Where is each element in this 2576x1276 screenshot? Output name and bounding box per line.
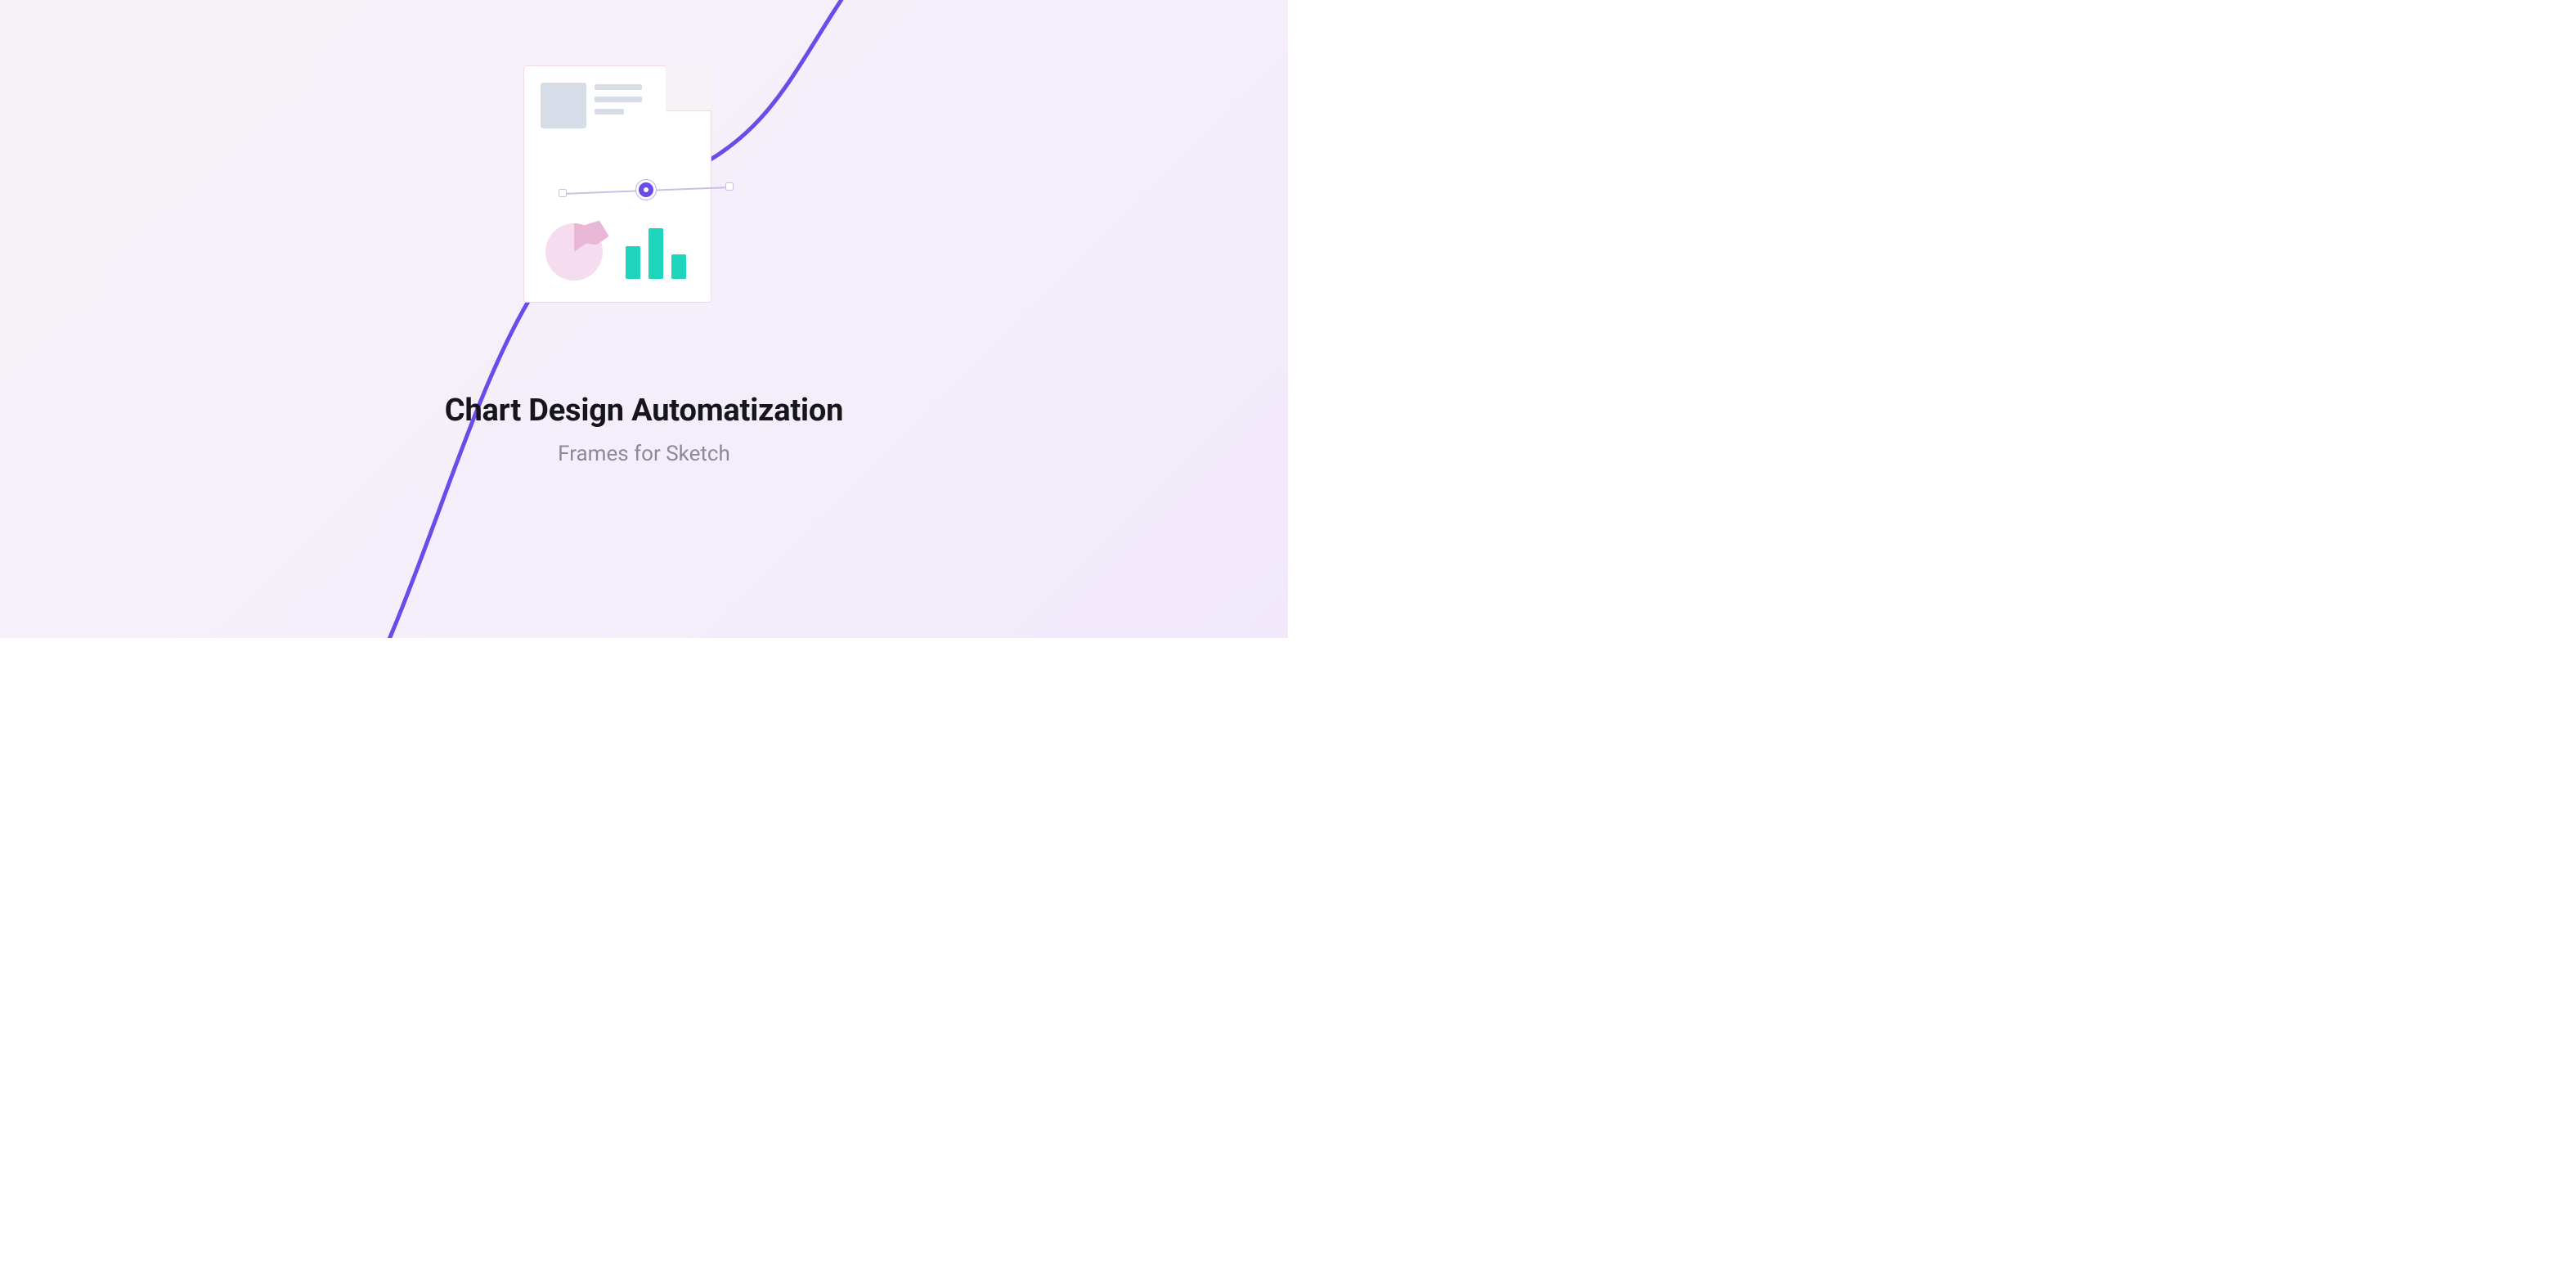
hero-canvas: Chart Design Automatization Frames for S…	[0, 0, 1288, 638]
image-placeholder-icon	[541, 83, 586, 128]
text-lines-icon	[595, 84, 642, 121]
bar-2	[648, 228, 663, 279]
bar-3	[671, 254, 686, 279]
bar-chart-icon	[626, 227, 689, 279]
hero-subtitle: Frames for Sketch	[0, 442, 1288, 466]
pie-chart-icon	[545, 223, 603, 281]
document-illustration-icon	[523, 65, 711, 303]
tangent-handle-right	[725, 182, 734, 191]
dog-ear-icon	[666, 65, 711, 111]
hero-title: Chart Design Automatization	[0, 393, 1288, 429]
bar-1	[626, 246, 640, 279]
